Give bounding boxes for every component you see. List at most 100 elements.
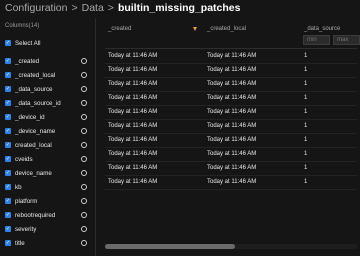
info-icon[interactable]: [81, 184, 87, 190]
column-toggle-rebootrequired[interactable]: ✓ rebootrequired: [5, 209, 91, 221]
cell-data-source: 1: [304, 137, 308, 143]
checkbox-checked-icon[interactable]: ✓: [5, 72, 11, 78]
sort-descending-icon[interactable]: [193, 27, 197, 31]
cell-created: Today at 11:46 AM: [108, 53, 158, 59]
column-toggle-platform[interactable]: ✓ platform: [5, 195, 91, 207]
cell-data-source: 1: [304, 67, 308, 73]
info-icon[interactable]: [81, 114, 87, 120]
table-row[interactable]: Today at 11:46 AM Today at 11:46 AM 1: [105, 105, 357, 120]
breadcrumb-configuration[interactable]: Configuration: [5, 2, 67, 14]
cell-data-source: 1: [304, 123, 308, 129]
cell-created: Today at 11:46 AM: [108, 179, 158, 185]
cell-created-local: Today at 11:46 AM: [207, 67, 257, 73]
cell-created-local: Today at 11:46 AM: [207, 179, 257, 185]
table-row[interactable]: Today at 11:46 AM Today at 11:46 AM 1: [105, 133, 357, 148]
filter-max-input[interactable]: [333, 35, 360, 45]
cell-created-local: Today at 11:46 AM: [207, 53, 257, 59]
table-row[interactable]: Today at 11:46 AM Today at 11:46 AM 1: [105, 119, 357, 134]
column-toggle-label: cveids: [15, 155, 33, 163]
checkbox-checked-icon[interactable]: ✓: [5, 198, 11, 204]
column-toggle-data-source-id[interactable]: ✓ _data_source_id: [5, 97, 91, 109]
cell-created: Today at 11:46 AM: [108, 109, 158, 115]
cell-data-source: 1: [304, 81, 308, 87]
column-toggle-created[interactable]: ✓ _created: [5, 55, 91, 67]
column-toggle-kb[interactable]: ✓ kb: [5, 181, 91, 193]
cell-created-local: Today at 11:46 AM: [207, 137, 257, 143]
column-toggle-label: title: [15, 239, 25, 247]
column-toggle-label: platform: [15, 197, 38, 205]
cell-data-source: 1: [304, 109, 308, 115]
info-icon[interactable]: [81, 212, 87, 218]
checkbox-checked-icon[interactable]: ✓: [5, 170, 11, 176]
table-row[interactable]: Today at 11:46 AM Today at 11:46 AM 1: [105, 147, 357, 162]
info-icon[interactable]: [81, 170, 87, 176]
columns-count-label: Columns(14): [5, 23, 40, 29]
column-toggle-label: rebootrequired: [15, 211, 56, 219]
checkbox-checked-icon[interactable]: ✓: [5, 226, 11, 232]
column-toggle-data-source[interactable]: ✓ _data_source: [5, 83, 91, 95]
checkbox-checked-icon[interactable]: ✓: [5, 156, 11, 162]
column-toggle-label: _device_id: [15, 113, 45, 121]
horizontal-scrollbar-thumb[interactable]: [105, 244, 235, 249]
column-toggle-created-local-2[interactable]: ✓ created_local: [5, 139, 91, 151]
column-header-created-local[interactable]: _created_local: [207, 26, 246, 32]
table-row[interactable]: Today at 11:46 AM Today at 11:46 AM 1: [105, 161, 357, 176]
column-header-data-source[interactable]: _data_source: [304, 26, 340, 32]
column-toggle-severity[interactable]: ✓ severity: [5, 223, 91, 235]
cell-created-local: Today at 11:46 AM: [207, 95, 257, 101]
checkbox-checked-icon[interactable]: ✓: [5, 240, 11, 246]
column-toggle-cveids[interactable]: ✓ cveids: [5, 153, 91, 165]
checkbox-checked-icon[interactable]: ✓: [5, 86, 11, 92]
table-row[interactable]: Today at 11:46 AM Today at 11:46 AM 1: [105, 63, 357, 78]
column-toggle-label: kb: [15, 183, 22, 191]
cell-created: Today at 11:46 AM: [108, 67, 158, 73]
checkbox-checked-icon[interactable]: ✓: [5, 114, 11, 120]
column-toggle-title[interactable]: ✓ title: [5, 237, 91, 249]
info-icon[interactable]: [81, 226, 87, 232]
column-toggle-label: severity: [15, 225, 37, 233]
table-row[interactable]: Today at 11:46 AM Today at 11:46 AM 1: [105, 49, 357, 64]
cell-created-local: Today at 11:46 AM: [207, 165, 257, 171]
table-row[interactable]: Today at 11:46 AM Today at 11:46 AM 1: [105, 77, 357, 92]
filter-min-input[interactable]: [303, 35, 330, 45]
column-toggle-device-id[interactable]: ✓ _device_id: [5, 111, 91, 123]
table-row[interactable]: Today at 11:46 AM Today at 11:46 AM 1: [105, 91, 357, 106]
info-icon[interactable]: [81, 142, 87, 148]
info-icon[interactable]: [81, 156, 87, 162]
cell-data-source: 1: [304, 179, 308, 185]
cell-data-source: 1: [304, 95, 308, 101]
column-toggle-created-local[interactable]: ✓ _created_local: [5, 69, 91, 81]
info-icon[interactable]: [81, 72, 87, 78]
info-icon[interactable]: [81, 86, 87, 92]
cell-created: Today at 11:46 AM: [108, 81, 158, 87]
info-icon[interactable]: [81, 128, 87, 134]
column-toggle-label: _created_local: [15, 71, 56, 79]
cell-data-source: 1: [304, 53, 308, 59]
checkbox-checked-icon[interactable]: ✓: [5, 142, 11, 148]
info-icon[interactable]: [81, 58, 87, 64]
checkbox-checked-icon[interactable]: ✓: [5, 58, 11, 64]
cell-data-source: 1: [304, 151, 308, 157]
column-toggle-device-name-2[interactable]: ✓ device_name: [5, 167, 91, 179]
column-toggle-label: created_local: [15, 141, 52, 149]
page-title: builtin_missing_patches: [117, 2, 241, 14]
table-row[interactable]: Today at 11:46 AM Today at 11:46 AM 1: [105, 175, 357, 190]
column-header-created[interactable]: _created: [108, 26, 131, 32]
info-icon[interactable]: [81, 198, 87, 204]
checkbox-checked-icon[interactable]: ✓: [5, 184, 11, 190]
checkbox-checked-icon[interactable]: ✓: [5, 128, 11, 134]
cell-created: Today at 11:46 AM: [108, 95, 158, 101]
breadcrumb-data[interactable]: Data: [82, 2, 104, 14]
checkbox-checked-icon[interactable]: ✓: [5, 212, 11, 218]
cell-created-local: Today at 11:46 AM: [207, 123, 257, 129]
horizontal-scrollbar[interactable]: [105, 244, 357, 249]
columns-panel: Columns(14) ✓ Select All ✓ _created ✓ _c…: [0, 18, 96, 256]
cell-created: Today at 11:46 AM: [108, 151, 158, 157]
cell-created-local: Today at 11:46 AM: [207, 151, 257, 157]
info-icon[interactable]: [81, 240, 87, 246]
column-toggle-device-name[interactable]: ✓ _device_name: [5, 125, 91, 137]
info-icon[interactable]: [81, 100, 87, 106]
checkbox-checked-icon[interactable]: ✓: [5, 100, 11, 106]
select-all-checkbox[interactable]: ✓ Select All: [5, 37, 91, 49]
checkbox-checked-icon[interactable]: ✓: [5, 40, 11, 46]
